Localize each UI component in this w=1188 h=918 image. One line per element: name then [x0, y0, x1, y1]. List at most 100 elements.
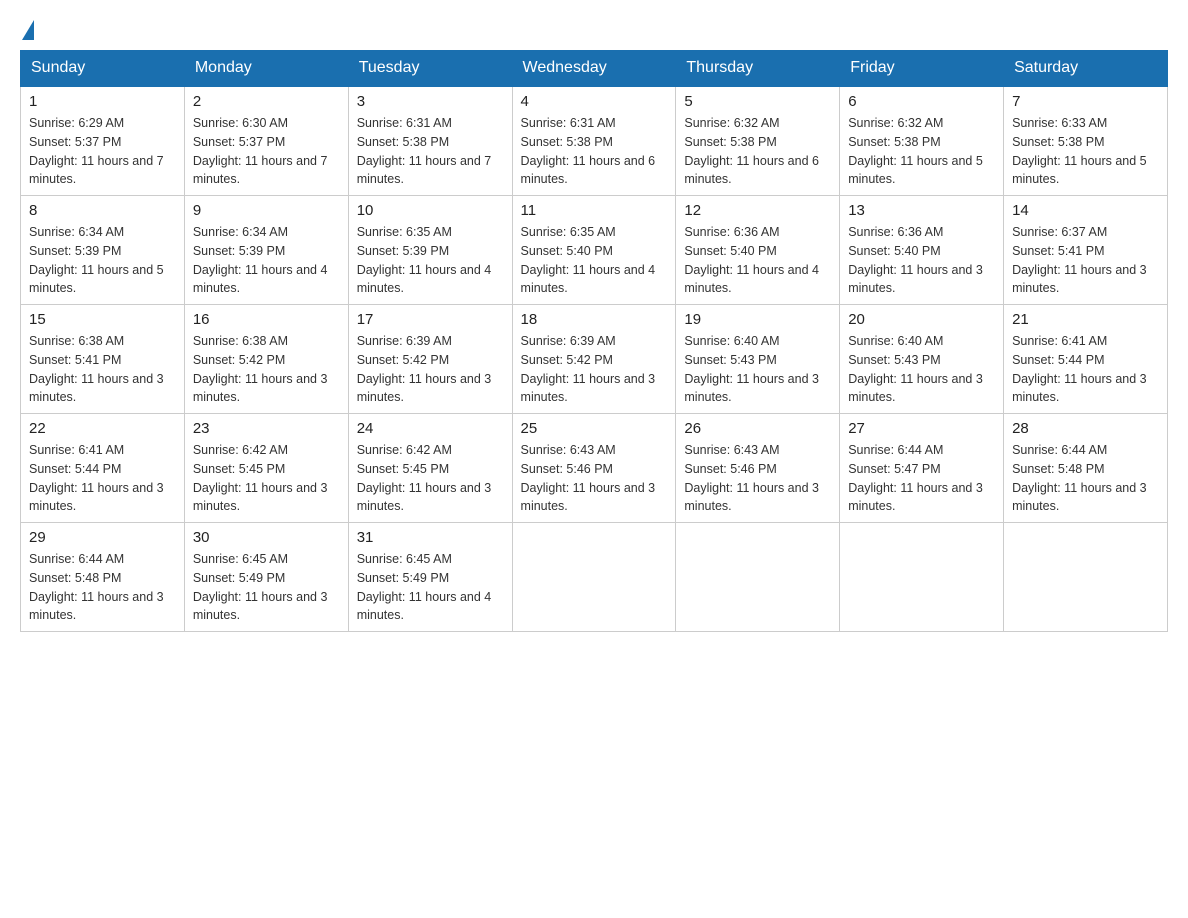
day-info: Sunrise: 6:43 AMSunset: 5:46 PMDaylight:… — [684, 441, 831, 516]
logo-text — [20, 20, 36, 40]
day-number: 28 — [1012, 420, 1159, 437]
day-number: 6 — [848, 93, 995, 110]
page-header — [20, 20, 1168, 40]
day-number: 24 — [357, 420, 504, 437]
calendar-cell: 7 Sunrise: 6:33 AMSunset: 5:38 PMDaylight… — [1004, 86, 1168, 196]
day-number: 4 — [521, 93, 668, 110]
day-number: 16 — [193, 311, 340, 328]
calendar-header-thursday: Thursday — [676, 51, 840, 87]
calendar-header-friday: Friday — [840, 51, 1004, 87]
calendar-cell: 12 Sunrise: 6:36 AMSunset: 5:40 PMDayligh… — [676, 196, 840, 305]
week-row-2: 8 Sunrise: 6:34 AMSunset: 5:39 PMDaylight… — [21, 196, 1168, 305]
day-info: Sunrise: 6:29 AMSunset: 5:37 PMDaylight:… — [29, 114, 176, 189]
day-info: Sunrise: 6:39 AMSunset: 5:42 PMDaylight:… — [357, 332, 504, 407]
day-info: Sunrise: 6:45 AMSunset: 5:49 PMDaylight:… — [357, 550, 504, 625]
calendar-cell: 30 Sunrise: 6:45 AMSunset: 5:49 PMDayligh… — [184, 523, 348, 632]
day-number: 30 — [193, 529, 340, 546]
calendar-cell — [512, 523, 676, 632]
day-info: Sunrise: 6:36 AMSunset: 5:40 PMDaylight:… — [848, 223, 995, 298]
day-info: Sunrise: 6:45 AMSunset: 5:49 PMDaylight:… — [193, 550, 340, 625]
calendar-cell: 8 Sunrise: 6:34 AMSunset: 5:39 PMDaylight… — [21, 196, 185, 305]
day-info: Sunrise: 6:34 AMSunset: 5:39 PMDaylight:… — [29, 223, 176, 298]
day-info: Sunrise: 6:40 AMSunset: 5:43 PMDaylight:… — [848, 332, 995, 407]
calendar-cell: 24 Sunrise: 6:42 AMSunset: 5:45 PMDayligh… — [348, 414, 512, 523]
day-info: Sunrise: 6:35 AMSunset: 5:39 PMDaylight:… — [357, 223, 504, 298]
day-number: 5 — [684, 93, 831, 110]
day-info: Sunrise: 6:42 AMSunset: 5:45 PMDaylight:… — [193, 441, 340, 516]
week-row-4: 22 Sunrise: 6:41 AMSunset: 5:44 PMDayligh… — [21, 414, 1168, 523]
calendar-cell: 9Sunrise: 6:34 AMSunset: 5:39 PMDaylight… — [184, 196, 348, 305]
day-number: 21 — [1012, 311, 1159, 328]
day-number: 10 — [357, 202, 504, 219]
day-info: Sunrise: 6:32 AMSunset: 5:38 PMDaylight:… — [848, 114, 995, 189]
day-number: 7 — [1012, 93, 1159, 110]
calendar-cell: 5 Sunrise: 6:32 AMSunset: 5:38 PMDaylight… — [676, 86, 840, 196]
day-info: Sunrise: 6:35 AMSunset: 5:40 PMDaylight:… — [521, 223, 668, 298]
calendar-cell: 10 Sunrise: 6:35 AMSunset: 5:39 PMDayligh… — [348, 196, 512, 305]
day-info: Sunrise: 6:41 AMSunset: 5:44 PMDaylight:… — [29, 441, 176, 516]
calendar-table: SundayMondayTuesdayWednesdayThursdayFrid… — [20, 50, 1168, 632]
day-info: Sunrise: 6:40 AMSunset: 5:43 PMDaylight:… — [684, 332, 831, 407]
calendar-cell: 19 Sunrise: 6:40 AMSunset: 5:43 PMDayligh… — [676, 305, 840, 414]
calendar-cell: 25Sunrise: 6:43 AMSunset: 5:46 PMDayligh… — [512, 414, 676, 523]
day-number: 12 — [684, 202, 831, 219]
calendar-cell: 20 Sunrise: 6:40 AMSunset: 5:43 PMDayligh… — [840, 305, 1004, 414]
calendar-cell: 17 Sunrise: 6:39 AMSunset: 5:42 PMDayligh… — [348, 305, 512, 414]
calendar-cell: 4Sunrise: 6:31 AMSunset: 5:38 PMDaylight… — [512, 86, 676, 196]
day-number: 13 — [848, 202, 995, 219]
calendar-header-tuesday: Tuesday — [348, 51, 512, 87]
day-number: 18 — [521, 311, 668, 328]
day-number: 20 — [848, 311, 995, 328]
calendar-cell: 3 Sunrise: 6:31 AMSunset: 5:38 PMDaylight… — [348, 86, 512, 196]
day-number: 23 — [193, 420, 340, 437]
calendar-cell: 16 Sunrise: 6:38 AMSunset: 5:42 PMDayligh… — [184, 305, 348, 414]
calendar-header-monday: Monday — [184, 51, 348, 87]
day-info: Sunrise: 6:31 AMSunset: 5:38 PMDaylight:… — [357, 114, 504, 189]
day-number: 31 — [357, 529, 504, 546]
calendar-cell: 1 Sunrise: 6:29 AMSunset: 5:37 PMDaylight… — [21, 86, 185, 196]
calendar-header-saturday: Saturday — [1004, 51, 1168, 87]
day-info: Sunrise: 6:38 AMSunset: 5:41 PMDaylight:… — [29, 332, 176, 407]
calendar-cell — [676, 523, 840, 632]
calendar-cell: 21 Sunrise: 6:41 AMSunset: 5:44 PMDayligh… — [1004, 305, 1168, 414]
calendar-cell: 11Sunrise: 6:35 AMSunset: 5:40 PMDayligh… — [512, 196, 676, 305]
calendar-cell: 31 Sunrise: 6:45 AMSunset: 5:49 PMDayligh… — [348, 523, 512, 632]
day-number: 15 — [29, 311, 176, 328]
logo — [20, 20, 36, 40]
calendar-header-wednesday: Wednesday — [512, 51, 676, 87]
calendar-cell: 6 Sunrise: 6:32 AMSunset: 5:38 PMDaylight… — [840, 86, 1004, 196]
day-number: 29 — [29, 529, 176, 546]
calendar-cell: 29Sunrise: 6:44 AMSunset: 5:48 PMDayligh… — [21, 523, 185, 632]
day-info: Sunrise: 6:44 AMSunset: 5:48 PMDaylight:… — [1012, 441, 1159, 516]
calendar-cell: 26 Sunrise: 6:43 AMSunset: 5:46 PMDayligh… — [676, 414, 840, 523]
calendar-cell — [840, 523, 1004, 632]
day-number: 19 — [684, 311, 831, 328]
day-info: Sunrise: 6:32 AMSunset: 5:38 PMDaylight:… — [684, 114, 831, 189]
day-number: 8 — [29, 202, 176, 219]
calendar-cell — [1004, 523, 1168, 632]
day-info: Sunrise: 6:33 AMSunset: 5:38 PMDaylight:… — [1012, 114, 1159, 189]
calendar-cell: 13 Sunrise: 6:36 AMSunset: 5:40 PMDayligh… — [840, 196, 1004, 305]
day-info: Sunrise: 6:36 AMSunset: 5:40 PMDaylight:… — [684, 223, 831, 298]
day-number: 22 — [29, 420, 176, 437]
calendar-header-sunday: Sunday — [21, 51, 185, 87]
day-number: 27 — [848, 420, 995, 437]
calendar-cell: 28 Sunrise: 6:44 AMSunset: 5:48 PMDayligh… — [1004, 414, 1168, 523]
day-info: Sunrise: 6:42 AMSunset: 5:45 PMDaylight:… — [357, 441, 504, 516]
day-info: Sunrise: 6:39 AMSunset: 5:42 PMDaylight:… — [521, 332, 668, 407]
calendar-cell: 27 Sunrise: 6:44 AMSunset: 5:47 PMDayligh… — [840, 414, 1004, 523]
day-info: Sunrise: 6:37 AMSunset: 5:41 PMDaylight:… — [1012, 223, 1159, 298]
day-number: 26 — [684, 420, 831, 437]
day-number: 25 — [521, 420, 668, 437]
day-info: Sunrise: 6:30 AMSunset: 5:37 PMDaylight:… — [193, 114, 340, 189]
day-info: Sunrise: 6:34 AMSunset: 5:39 PMDaylight:… — [193, 223, 340, 298]
day-number: 1 — [29, 93, 176, 110]
day-number: 17 — [357, 311, 504, 328]
calendar-cell: 18 Sunrise: 6:39 AMSunset: 5:42 PMDayligh… — [512, 305, 676, 414]
week-row-3: 15 Sunrise: 6:38 AMSunset: 5:41 PMDayligh… — [21, 305, 1168, 414]
day-info: Sunrise: 6:38 AMSunset: 5:42 PMDaylight:… — [193, 332, 340, 407]
day-number: 3 — [357, 93, 504, 110]
calendar-header-row: SundayMondayTuesdayWednesdayThursdayFrid… — [21, 51, 1168, 87]
day-info: Sunrise: 6:41 AMSunset: 5:44 PMDaylight:… — [1012, 332, 1159, 407]
day-info: Sunrise: 6:44 AMSunset: 5:47 PMDaylight:… — [848, 441, 995, 516]
